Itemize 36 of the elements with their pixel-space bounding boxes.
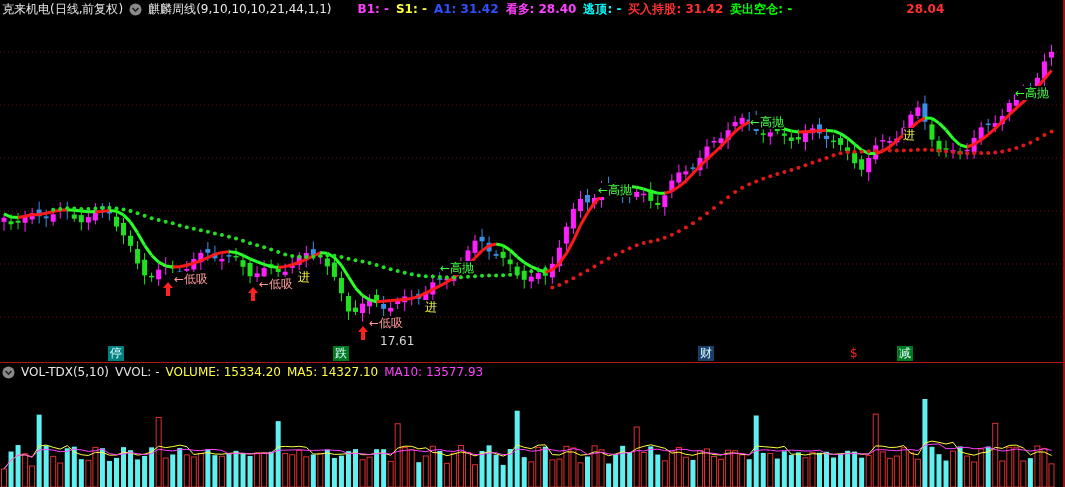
up-arrow-icon <box>248 287 258 301</box>
indicator-reading: 卖出空仓: - <box>730 0 793 18</box>
chart-annotation: ←低吸 <box>369 316 404 330</box>
up-arrow-icon <box>163 282 173 296</box>
event-marker: 减 <box>897 346 913 361</box>
indicator-reading: 逃顶: - <box>583 0 622 18</box>
event-marker: 停 <box>108 346 124 361</box>
chart-annotation: ←低吸 <box>174 272 209 286</box>
volume-reading: VVOL: - <box>115 365 160 379</box>
volume-reading: VOLUME: 15334.20 <box>165 365 281 379</box>
chart-annotation: ←高抛 <box>598 183 633 197</box>
chart-annotation: ←高抛 <box>1015 86 1050 100</box>
chart-annotation: 17.61 <box>380 334 415 348</box>
up-arrow-icon <box>358 326 368 340</box>
event-marker: 跌 <box>333 346 349 361</box>
chart-annotation: 进 <box>903 128 915 142</box>
indicator-reading: 买入持股: 31.42 <box>628 0 724 18</box>
indicator-reading: B1: - <box>357 2 389 16</box>
indicator-reading: A1: 31.42 <box>433 2 499 16</box>
volume-reading: MA10: 13577.93 <box>384 365 484 379</box>
indicator-reading: S1: - <box>395 2 427 16</box>
chevron-down-icon[interactable] <box>129 2 143 16</box>
chart-annotation: ←高抛 <box>750 115 785 129</box>
indicator-title: 麒麟周线(9,10,10,10,21,44,1,1) <box>148 0 332 18</box>
chart-annotation: ←低吸 <box>259 277 294 291</box>
indicator-reading: 28.04 <box>906 2 945 16</box>
event-marker: 财 <box>698 346 714 361</box>
indicator-reading: 看多: 28.40 <box>505 0 577 18</box>
volume-indicator-title: VOL-TDX(5,10) <box>21 365 110 379</box>
chevron-down-icon[interactable] <box>2 365 15 379</box>
event-marker: $ <box>849 346 859 361</box>
stock-title: 克来机电(日线,前复权) <box>2 0 124 18</box>
volume-reading: MA5: 14327.10 <box>286 365 379 379</box>
chart-annotation: 进 <box>298 270 310 284</box>
chart-annotation: ←高抛 <box>440 261 475 275</box>
chart-annotation: 进 <box>425 300 437 314</box>
